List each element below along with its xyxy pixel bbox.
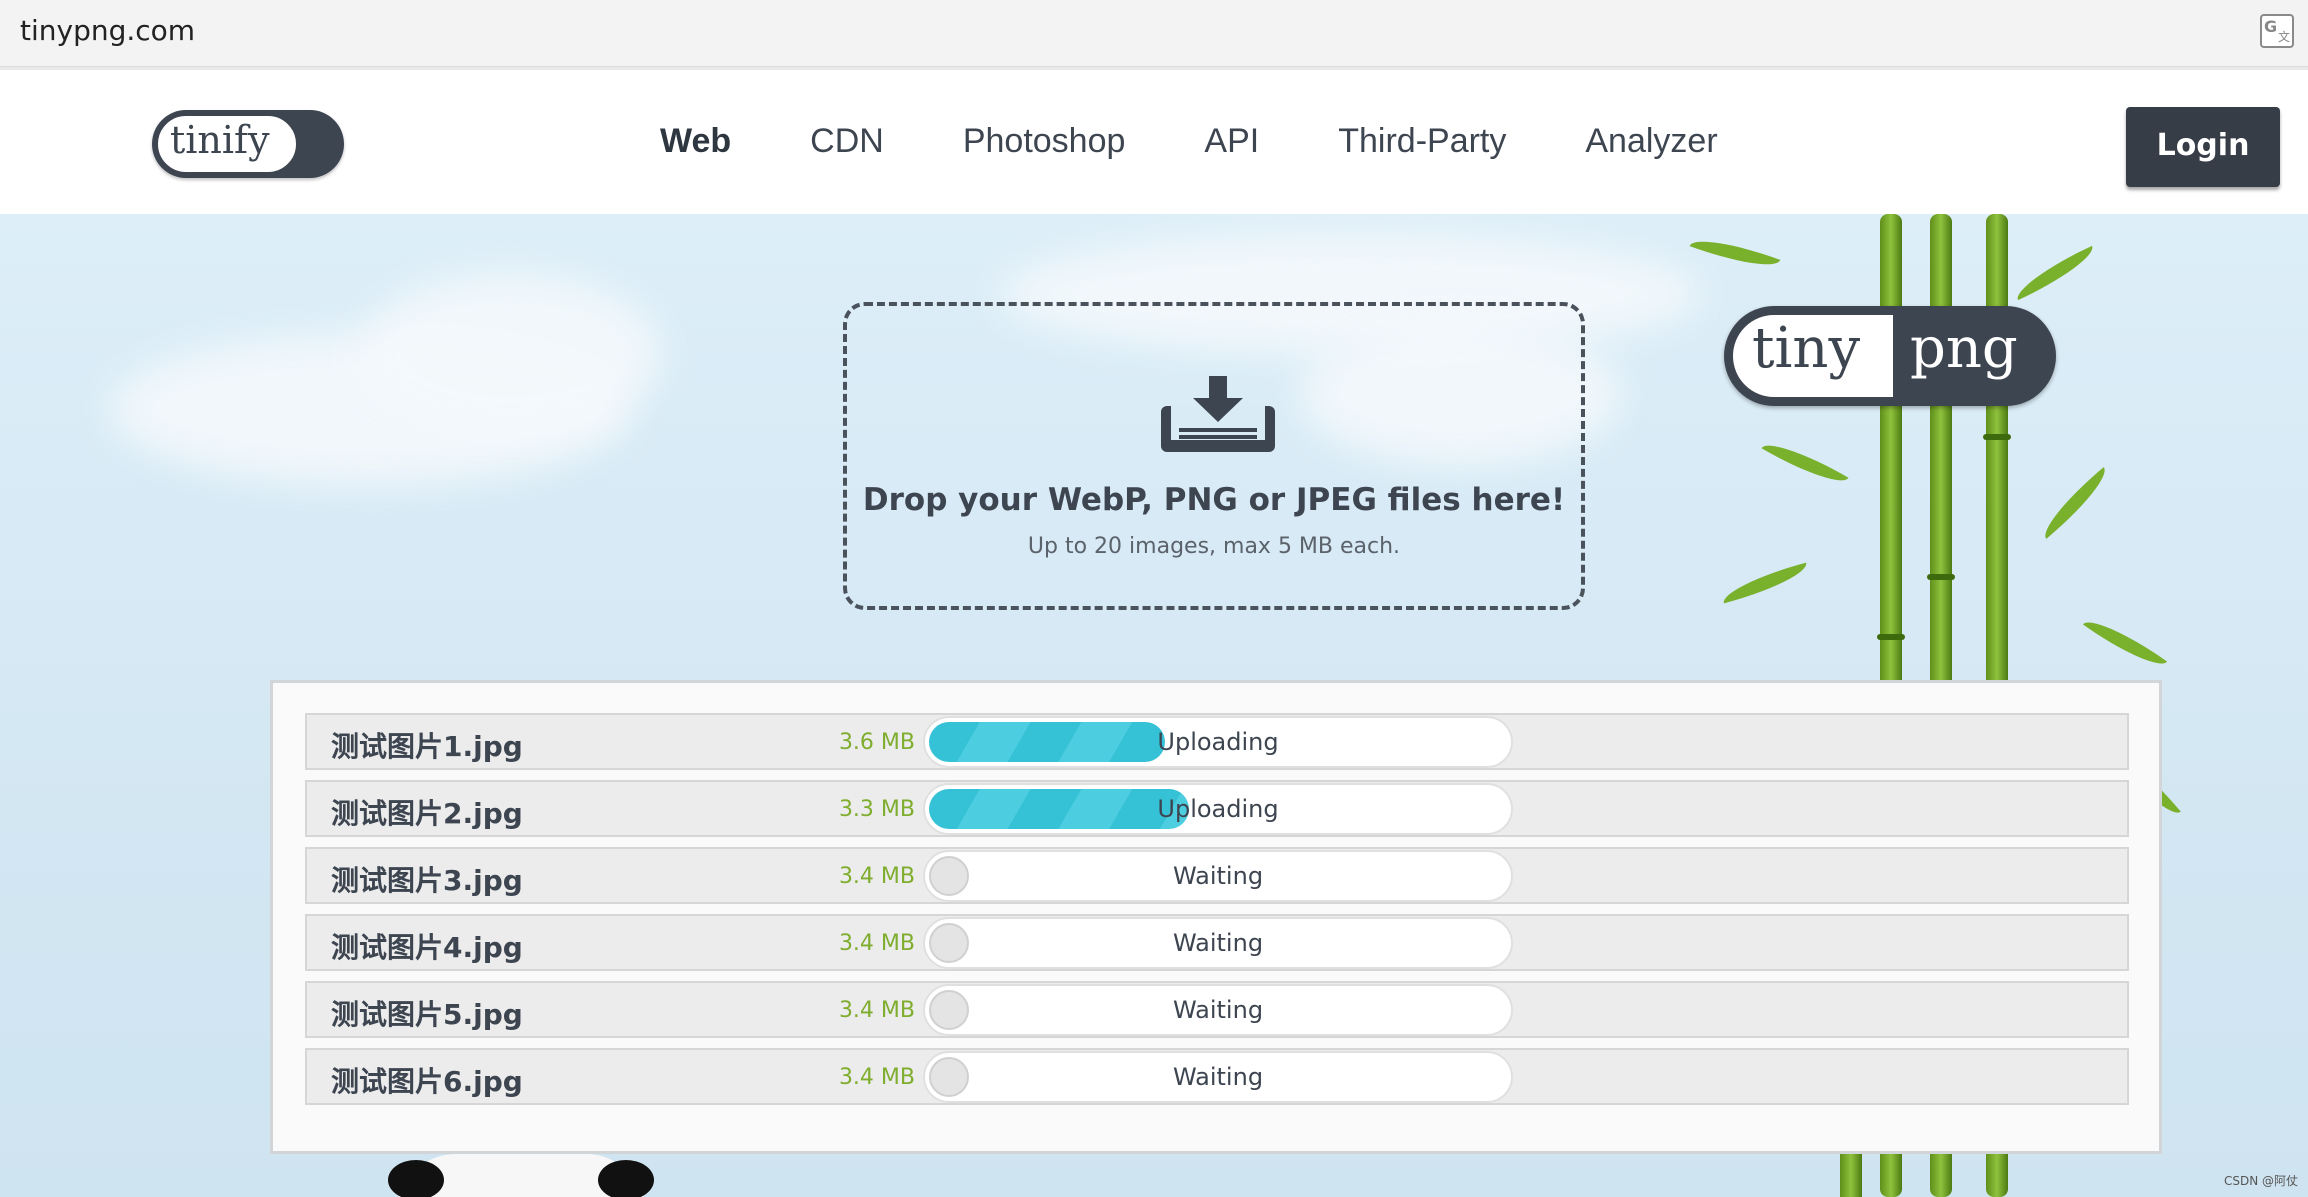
file-name: 测试图片5.jpg [331, 998, 523, 1031]
file-name: 测试图片1.jpg [331, 730, 523, 763]
progress-bar: Waiting [923, 984, 1513, 1036]
file-size: 3.6 MB [838, 730, 915, 755]
bamboo-leaf [1761, 432, 1849, 494]
translate-icon[interactable] [2260, 14, 2294, 48]
file-size: 3.4 MB [838, 931, 915, 956]
progress-bar: Uploading [923, 783, 1513, 835]
main-menu: Web CDN Photoshop API Third-Party Analyz… [660, 122, 1797, 161]
menu-third-party[interactable]: Third-Party [1338, 122, 1506, 161]
tinypng-logo-png: png [1910, 316, 2018, 381]
file-size: 3.4 MB [838, 1065, 915, 1090]
file-name: 测试图片2.jpg [331, 797, 523, 830]
drop-subtitle: Up to 20 images, max 5 MB each. [1027, 534, 1401, 559]
browser-address-bar[interactable]: tinypng.com [0, 0, 2308, 67]
tinypng-logo-tiny: tiny [1752, 316, 1861, 381]
tinify-logo[interactable]: tinify [152, 110, 344, 178]
panda-ear [598, 1160, 654, 1197]
menu-photoshop[interactable]: Photoshop [963, 122, 1126, 161]
file-row: 测试图片1.jpg 3.6 MB Uploading [305, 713, 2129, 770]
file-size: 3.4 MB [838, 864, 915, 889]
menu-web[interactable]: Web [660, 122, 731, 161]
bamboo-leaf [2082, 609, 2168, 677]
file-row: 测试图片6.jpg 3.4 MB Waiting [305, 1048, 2129, 1105]
logo-text: tinify [170, 118, 270, 162]
menu-analyzer[interactable]: Analyzer [1585, 122, 1717, 161]
tinypng-logo: tiny png [1724, 306, 2056, 406]
file-name: 测试图片6.jpg [331, 1065, 523, 1098]
file-row: 测试图片2.jpg 3.3 MB Uploading [305, 780, 2129, 837]
download-tray-icon [1161, 376, 1275, 452]
file-name: 测试图片4.jpg [331, 931, 523, 964]
file-row: 测试图片4.jpg 3.4 MB Waiting [305, 914, 2129, 971]
bamboo-leaf [2034, 467, 2116, 539]
menu-cdn[interactable]: CDN [810, 122, 884, 161]
progress-bar: Uploading [923, 716, 1513, 768]
hero-area: tiny png Drop your WebP, PNG or JPEG fil… [0, 214, 2308, 1197]
file-list: 测试图片1.jpg 3.6 MB Uploading 测试图片2.jpg 3.3… [270, 680, 2162, 1154]
upload-status: Waiting [1172, 1063, 1264, 1091]
site-header: tinify Web CDN Photoshop API Third-Party… [0, 67, 2308, 217]
panda-illustration [388, 1154, 654, 1197]
upload-status: Uploading [1157, 795, 1279, 823]
file-drop-zone[interactable]: Drop your WebP, PNG or JPEG files here! … [843, 302, 1585, 610]
file-size: 3.3 MB [838, 797, 915, 822]
menu-api[interactable]: API [1204, 122, 1259, 161]
login-button[interactable]: Login [2126, 107, 2280, 187]
file-name: 测试图片3.jpg [331, 864, 523, 897]
bamboo-leaf [2010, 245, 2100, 301]
panda-ear [388, 1160, 444, 1197]
upload-status: Waiting [1172, 862, 1264, 890]
file-row: 测试图片3.jpg 3.4 MB Waiting [305, 847, 2129, 904]
file-row: 测试图片5.jpg 3.4 MB Waiting [305, 981, 2129, 1038]
bamboo-leaf [1719, 562, 1811, 604]
upload-status: Waiting [1172, 996, 1264, 1024]
bamboo-leaf [1689, 229, 1781, 277]
file-size: 3.4 MB [838, 998, 915, 1023]
drop-title: Drop your WebP, PNG or JPEG files here! [862, 482, 1566, 518]
upload-status: Waiting [1172, 929, 1264, 957]
progress-bar: Waiting [923, 917, 1513, 969]
progress-bar: Waiting [923, 850, 1513, 902]
upload-status: Uploading [1157, 728, 1279, 756]
watermark-text: CSDN @阿仗 [2223, 1174, 2298, 1188]
url-text[interactable]: tinypng.com [20, 14, 195, 47]
cloud-decoration [360, 274, 660, 434]
progress-bar: Waiting [923, 1051, 1513, 1103]
